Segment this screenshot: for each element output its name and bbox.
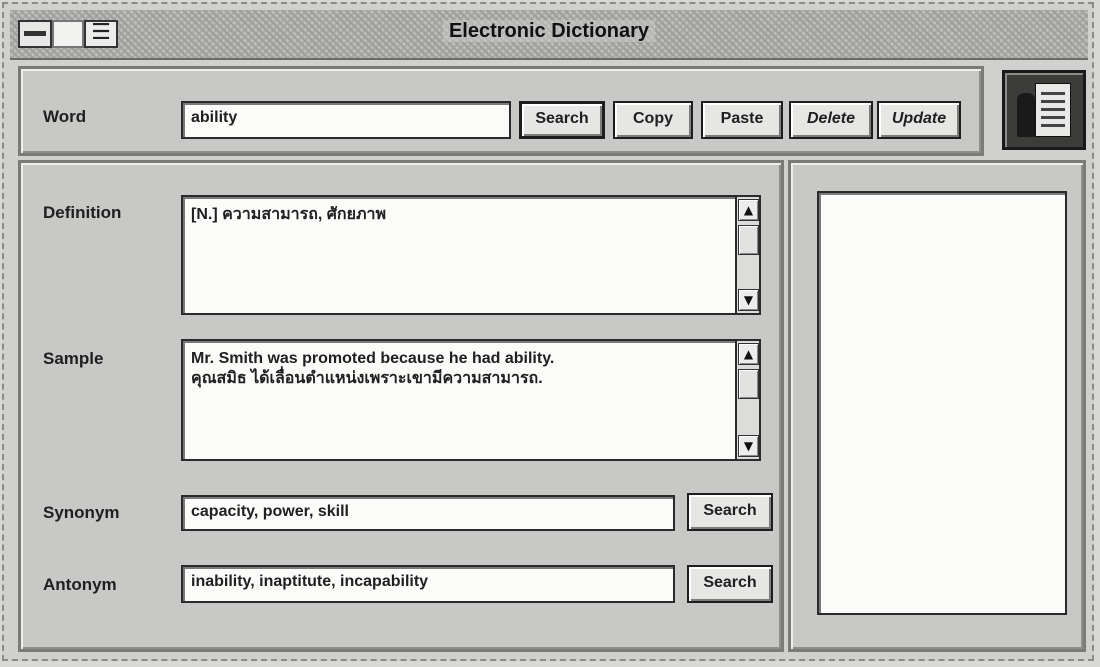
word-panel: Word ability Search Copy Paste Delete Up… xyxy=(18,66,984,156)
definition-scrollbar[interactable]: ▲ ▼ xyxy=(735,197,759,313)
scroll-down-icon[interactable]: ▼ xyxy=(738,289,759,311)
results-list[interactable] xyxy=(817,191,1067,615)
update-button[interactable]: Update xyxy=(877,101,961,139)
scroll-up-icon[interactable]: ▲ xyxy=(738,199,759,221)
details-panel: Definition [N.] ความสามารถ, ศักยภาพ ▲ ▼ … xyxy=(18,160,784,652)
definition-textarea[interactable]: [N.] ความสามารถ, ศักยภาพ ▲ ▼ xyxy=(181,195,761,315)
word-input[interactable]: ability xyxy=(181,101,511,139)
antonym-label: Antonym xyxy=(43,575,117,594)
sample-scrollbar[interactable]: ▲ ▼ xyxy=(735,341,759,459)
window-title: Electronic Dictionary xyxy=(10,20,1088,43)
synonym-label: Synonym xyxy=(43,503,120,522)
search-button[interactable]: Search xyxy=(519,101,605,139)
scroll-down-icon[interactable]: ▼ xyxy=(738,435,759,457)
results-panel xyxy=(788,160,1086,652)
synonym-search-button[interactable]: Search xyxy=(687,493,773,531)
antonym-search-button[interactable]: Search xyxy=(687,565,773,603)
app-window: ☰ Electronic Dictionary Word ability Sea… xyxy=(2,2,1094,661)
delete-button[interactable]: Delete xyxy=(789,101,873,139)
definition-label: Definition xyxy=(43,203,122,222)
scroll-thumb[interactable] xyxy=(738,225,759,255)
title-bar[interactable]: ☰ Electronic Dictionary xyxy=(10,10,1088,60)
synonym-input[interactable]: capacity, power, skill xyxy=(181,495,675,531)
dictionary-logo-icon xyxy=(1002,70,1086,150)
sample-textarea[interactable]: Mr. Smith was promoted because he had ab… xyxy=(181,339,761,461)
scroll-up-icon[interactable]: ▲ xyxy=(738,343,759,365)
paste-button[interactable]: Paste xyxy=(701,101,783,139)
logo-page-icon xyxy=(1035,83,1071,137)
sample-label: Sample xyxy=(43,349,104,368)
definition-text: [N.] ความสามารถ, ศักยภาพ xyxy=(191,206,387,223)
antonym-input[interactable]: inability, inaptitute, incapability xyxy=(181,565,675,603)
copy-button[interactable]: Copy xyxy=(613,101,693,139)
scroll-thumb[interactable] xyxy=(738,369,759,399)
logo-figure-icon xyxy=(1017,93,1035,137)
sample-text: Mr. Smith was promoted because he had ab… xyxy=(191,350,555,387)
word-label: Word xyxy=(43,107,87,126)
